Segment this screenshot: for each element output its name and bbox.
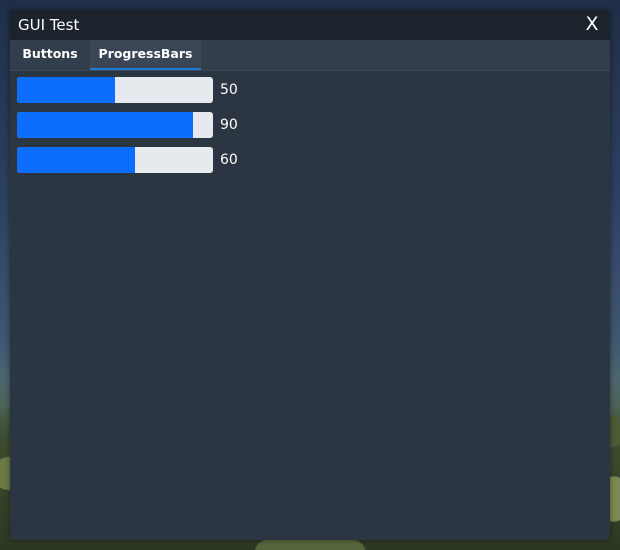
gui-test-window: GUI Test X Buttons ProgressBars 50 90 60 [10,10,610,540]
progress-bar-fill [17,77,115,103]
progress-bar[interactable] [17,112,213,138]
progress-bar[interactable] [17,77,213,103]
window-title: GUI Test [18,16,80,34]
progressbars-panel: 50 90 60 [10,71,610,540]
progress-bar-fill [17,147,135,173]
tab-buttons[interactable]: Buttons [10,40,90,68]
tab-bar: Buttons ProgressBars [10,40,610,71]
title-bar[interactable]: GUI Test X [10,10,610,40]
progress-value-label: 90 [220,117,238,133]
close-button[interactable]: X [580,12,604,36]
progress-value-label: 60 [220,152,238,168]
progress-bar[interactable] [17,147,213,173]
progress-value-label: 50 [220,82,238,98]
progress-bar-fill [17,112,194,138]
tab-progressbars[interactable]: ProgressBars [90,40,201,70]
